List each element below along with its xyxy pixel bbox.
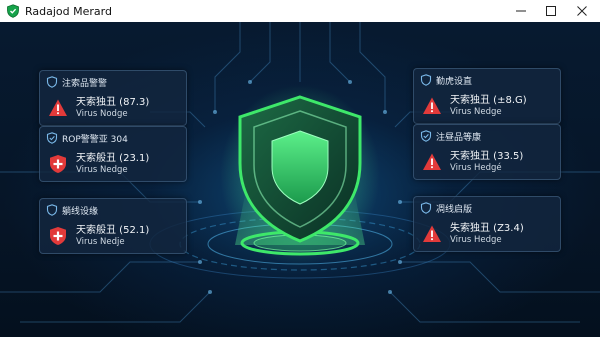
- shield-icon: [420, 202, 432, 214]
- shield-icon: [220, 85, 380, 265]
- shield-icon: [46, 76, 58, 88]
- threat-score: 天索独丑 (87.3): [76, 97, 150, 108]
- threat-name: Virus Hedgé: [450, 163, 502, 173]
- check-shield-icon: [46, 132, 58, 144]
- threat-card-bottom-right[interactable]: 凋线启版 失索独丑 (Z3.4) Virus Hedge: [413, 196, 561, 252]
- warning-triangle-icon: [423, 97, 441, 114]
- minimize-icon: [516, 10, 526, 12]
- shield-icon: [420, 74, 432, 86]
- card-header-label: 勤虎设直: [436, 76, 473, 87]
- threat-card-top-right[interactable]: 勤虎设直 天索独丑 (±8.G) Virus Nedge: [413, 68, 561, 124]
- threat-card-mid-left[interactable]: ROP警警亚 304 天索般丑 (23.1) Virus Nedge: [39, 126, 187, 182]
- close-icon: [577, 6, 587, 16]
- warning-triangle-icon: [49, 99, 67, 116]
- threat-score: 天索独丑 (±8.G): [450, 95, 527, 106]
- shield-icon: [46, 204, 58, 216]
- maximize-icon: [546, 6, 556, 16]
- card-header-label: 注索品警警: [62, 78, 108, 89]
- threat-card-bottom-left[interactable]: 躺线设缘 天索般丑 (52.1) Virus Nedje: [39, 198, 187, 254]
- threat-name: Virus Hedge: [450, 235, 502, 245]
- card-header-label: 凋线启版: [436, 204, 473, 215]
- threat-card-mid-right[interactable]: 注昼品等康 天索独丑 (33.5) Virus Hedgé: [413, 124, 561, 180]
- card-header-label: 躺线设缘: [62, 206, 99, 217]
- threat-score: 失索独丑 (Z3.4): [450, 223, 524, 234]
- threat-card-top-left[interactable]: 注索品警警 天索独丑 (87.3) Virus Nodge: [39, 70, 187, 126]
- warning-triangle-icon: [423, 225, 441, 242]
- threat-name: Virus Nedge: [450, 107, 502, 117]
- app-shield-icon: [7, 4, 19, 18]
- card-header-label: ROP警警亚 304: [62, 134, 128, 145]
- window-title: Radajod Merard: [25, 4, 112, 18]
- threat-score: 天索独丑 (33.5): [450, 151, 524, 162]
- threat-name: Virus Nedje: [76, 237, 125, 247]
- title-bar: Radajod Merard: [0, 0, 600, 22]
- threat-name: Virus Nedge: [76, 165, 128, 175]
- central-shield-graphic: [180, 85, 420, 285]
- card-header-label: 注昼品等康: [436, 132, 482, 143]
- shield-plus-icon: [50, 227, 66, 245]
- threat-score: 天索般丑 (52.1): [76, 225, 150, 236]
- shield-plus-icon: [50, 155, 66, 173]
- check-shield-icon: [420, 130, 432, 142]
- warning-triangle-icon: [423, 153, 441, 170]
- threat-score: 天索般丑 (23.1): [76, 153, 150, 164]
- threat-name: Virus Nodge: [76, 109, 128, 119]
- close-button[interactable]: [564, 0, 600, 22]
